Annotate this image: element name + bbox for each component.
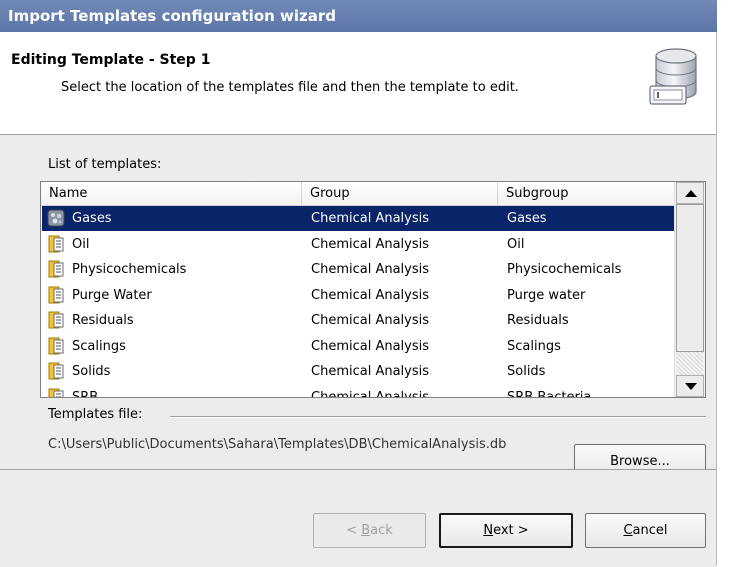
list-cell-group: Chemical Analysis (311, 287, 430, 303)
list-label: List of templates: (48, 157, 162, 172)
template-icon (47, 388, 65, 397)
wizard-header: Editing Template - Step 1 Select the loc… (0, 32, 716, 135)
database-icon (646, 44, 706, 112)
wizard-window: Editing Template - Step 1 Select the loc… (0, 32, 717, 567)
list-header: Name Group Subgroup (41, 182, 675, 206)
list-cell-name: Oil (72, 236, 90, 252)
templates-file-path: C:\Users\Public\Documents\Sahara\Templat… (48, 437, 507, 452)
scroll-thumb[interactable] (676, 204, 704, 352)
list-cell-subgroup: SRB Bacteria (507, 389, 592, 398)
list-row[interactable]: Physicochemicals Chemical Analysis Physico… (42, 257, 675, 282)
wizard-body: List of templates: Name Group Subgroup G… (0, 135, 716, 469)
list-cell-name: Residuals (72, 313, 134, 328)
column-name[interactable]: Name (41, 182, 302, 205)
templates-list[interactable]: Name Group Subgroup Gases Chemical Analys… (40, 181, 706, 398)
next-button[interactable]: Next > (439, 513, 573, 548)
list-row[interactable]: Oil Chemical Analysis Oil (42, 232, 675, 257)
list-cell-subgroup: Residuals (507, 313, 569, 328)
list-cell-subgroup: Oil (507, 236, 525, 252)
scroll-down-button[interactable] (676, 375, 704, 397)
list-cell-group: Chemical Analysis (311, 262, 430, 277)
scroll-track[interactable] (677, 352, 703, 375)
templates-file-label: Templates file: (48, 407, 143, 422)
list-cell-name: SRB (72, 389, 99, 398)
list-cell-name: Gases (72, 211, 112, 226)
list-cell-subgroup: Physicochemicals (507, 262, 622, 277)
template-icon (47, 286, 65, 304)
list-cell-name: Solids (72, 364, 111, 379)
step-title: Editing Template - Step 1 (11, 52, 211, 68)
template-icon (47, 311, 65, 329)
list-row[interactable]: SRB Chemical Analysis SRB Bacteria (42, 385, 675, 398)
list-cell-name: Purge Water (72, 287, 152, 303)
list-cell-group: Chemical Analysis (311, 338, 430, 354)
list-cell-subgroup: Solids (507, 364, 546, 379)
list-cell-subgroup: Purge water (507, 287, 586, 303)
section-divider (170, 416, 706, 418)
template-icon (47, 362, 65, 380)
list-row[interactable]: Solids Chemical Analysis Solids (42, 359, 675, 384)
list-cell-name: Physicochemicals (72, 262, 187, 277)
template-icon (47, 260, 65, 278)
list-row[interactable]: Gases Chemical Analysis Gases (42, 206, 675, 231)
list-cell-subgroup: Gases (507, 211, 547, 226)
list-cell-subgroup: Scalings (507, 338, 561, 354)
list-row[interactable]: Purge Water Chemical Analysis Purge water (42, 283, 675, 308)
list-cell-name: Scalings (72, 338, 126, 354)
list-scrollbar[interactable] (674, 182, 705, 397)
list-cell-group: Chemical Analysis (311, 211, 430, 226)
cancel-button[interactable]: Cancel (585, 513, 706, 548)
back-button[interactable]: < Back (313, 513, 426, 548)
scroll-up-button[interactable] (676, 182, 704, 204)
list-cell-group: Chemical Analysis (311, 313, 430, 328)
list-row[interactable]: Scalings Chemical Analysis Scalings (42, 334, 675, 359)
column-subgroup[interactable]: Subgroup (498, 182, 675, 205)
column-group[interactable]: Group (302, 182, 498, 205)
step-description: Select the location of the templates fil… (61, 80, 519, 95)
arrow-up-icon (685, 190, 697, 197)
arrow-down-icon (685, 383, 697, 390)
list-row[interactable]: Residuals Chemical Analysis Residuals (42, 308, 675, 333)
list-cell-group: Chemical Analysis (311, 364, 430, 379)
gases-template-icon (47, 209, 65, 227)
window-title: Import Templates configuration wizard (0, 0, 717, 32)
list-cell-group: Chemical Analysis (311, 389, 430, 398)
template-icon (47, 235, 65, 253)
template-icon (47, 337, 65, 355)
list-cell-group: Chemical Analysis (311, 236, 430, 252)
